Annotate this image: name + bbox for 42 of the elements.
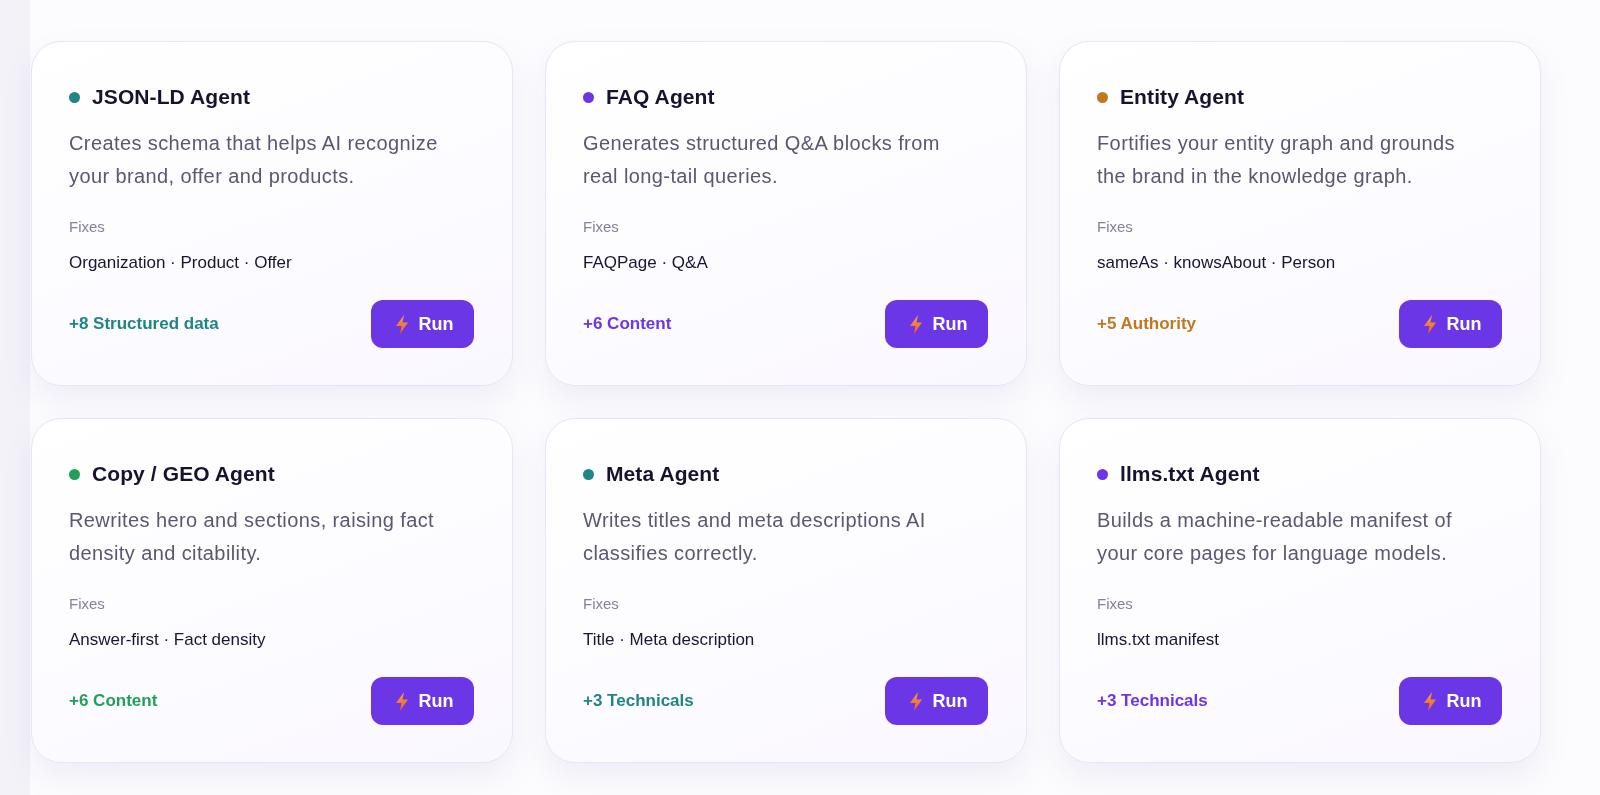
fixes-label: Fixes <box>583 217 619 237</box>
lightning-icon <box>395 314 408 334</box>
agent-description: Generates structured Q&A blocks from real long-tail queries. <box>583 131 941 189</box>
impact-score: +8 Structured data <box>69 314 219 334</box>
impact-score: +3 Technicals <box>583 691 694 711</box>
agent-description: Builds a machine-readable manifest of your core pages for language models. <box>1097 508 1453 566</box>
fixes-label: Fixes <box>1097 594 1133 614</box>
run-button[interactable]: Run <box>371 300 474 348</box>
impact-score: +5 Authority <box>1097 314 1197 334</box>
agent-description: Creates schema that helps AI recognize your brand, offer and products. <box>69 131 439 189</box>
agent-title: JSON-LD Agent <box>92 85 251 109</box>
run-button[interactable]: Run <box>1399 300 1502 348</box>
fixes-list: sameAs · knowsAbout · Person <box>1097 252 1336 274</box>
fixes-label: Fixes <box>69 217 105 237</box>
agent-title: llms.txt Agent <box>1120 462 1260 486</box>
fixes-list: Answer-first · Fact density <box>69 629 266 651</box>
agent-title: Meta Agent <box>606 462 720 486</box>
lightning-icon <box>1423 314 1436 334</box>
fixes-list: Title · Meta description <box>583 629 755 651</box>
run-button[interactable]: Run <box>885 677 988 725</box>
fixes-label: Fixes <box>69 594 105 614</box>
agent-title: Entity Agent <box>1120 85 1245 109</box>
impact-score: +6 Content <box>583 314 672 334</box>
lightning-icon <box>909 314 922 334</box>
run-button[interactable]: Run <box>885 300 988 348</box>
lightning-icon <box>1423 691 1436 711</box>
fixes-list: Organization · Product · Offer <box>69 252 292 274</box>
fixes-label: Fixes <box>583 594 619 614</box>
fixes-list: FAQPage · Q&A <box>583 252 708 274</box>
fixes-label: Fixes <box>1097 217 1133 237</box>
agent-description: Writes titles and meta descriptions AI classifies correctly. <box>583 508 927 566</box>
run-button[interactable]: Run <box>371 677 474 725</box>
agent-title: FAQ Agent <box>606 85 715 109</box>
lightning-icon <box>909 691 922 711</box>
impact-score: +3 Technicals <box>1097 691 1208 711</box>
fixes-list: llms.txt manifest <box>1097 629 1219 651</box>
impact-score: +6 Content <box>69 691 158 711</box>
run-button[interactable]: Run <box>1399 677 1502 725</box>
agent-title: Copy / GEO Agent <box>92 462 275 486</box>
agent-description: Rewrites hero and sections, raising fact density and citability. <box>69 508 436 566</box>
agent-description: Fortifies your entity graph and grounds the brand in the knowledge graph. <box>1097 131 1456 189</box>
lightning-icon <box>395 691 408 711</box>
